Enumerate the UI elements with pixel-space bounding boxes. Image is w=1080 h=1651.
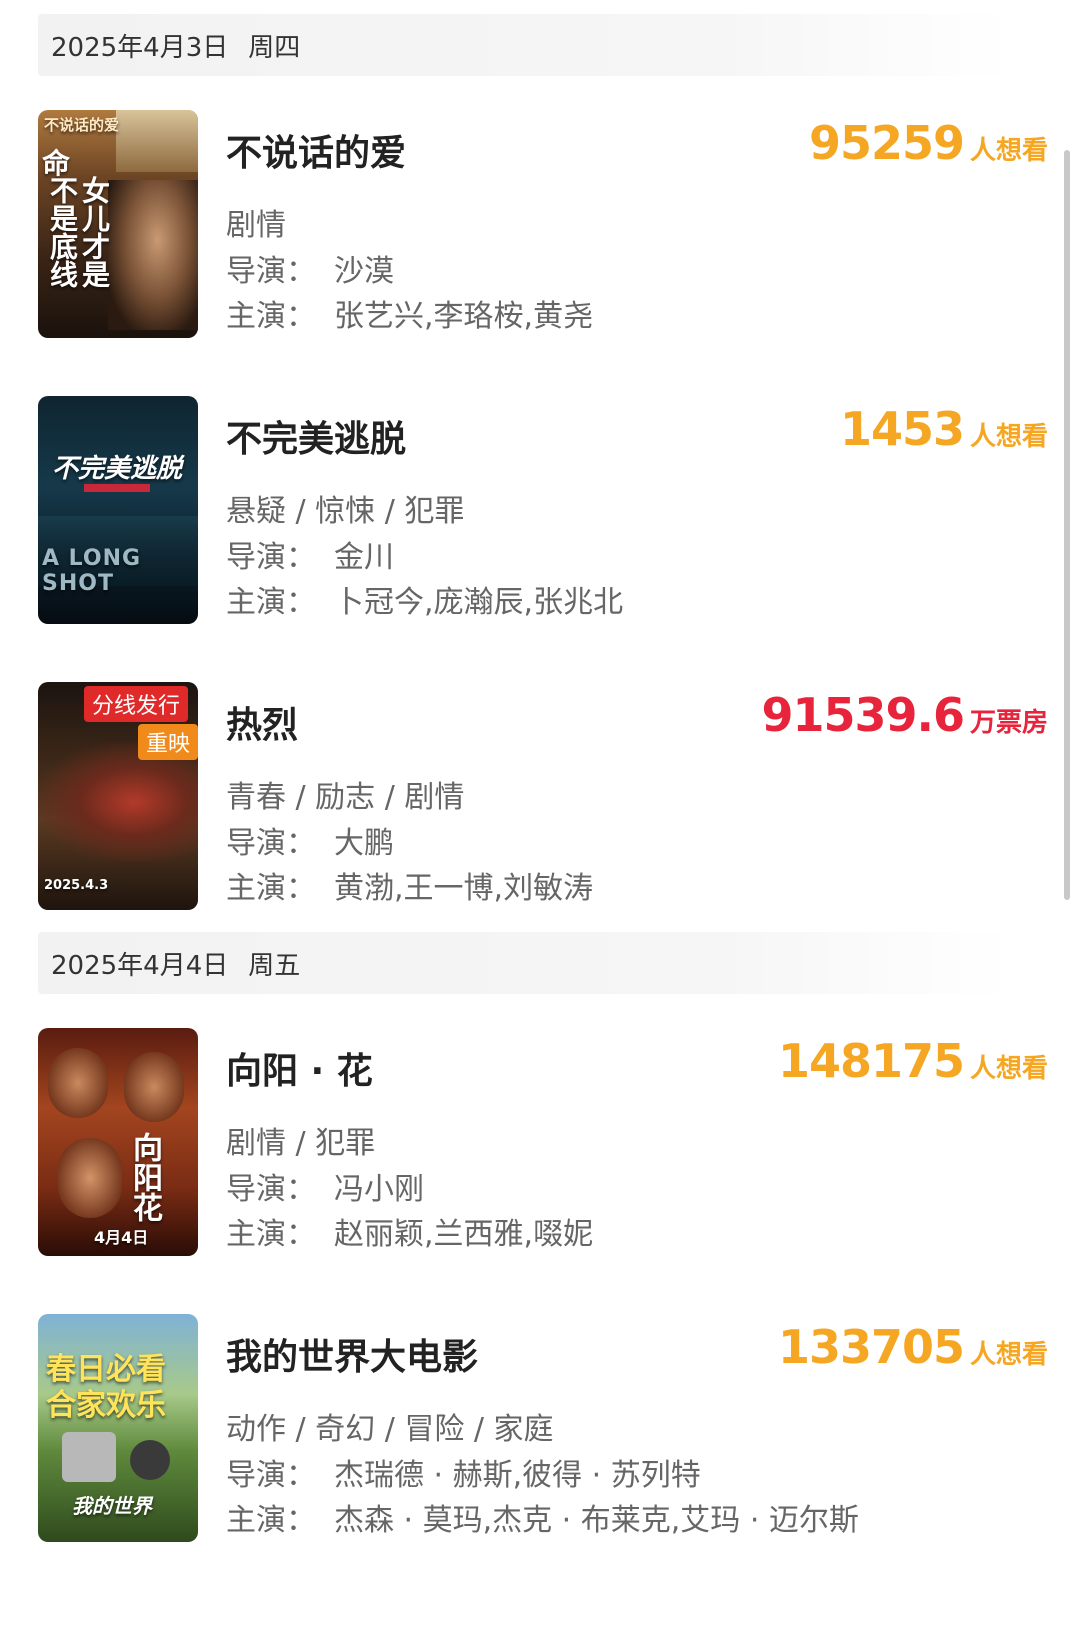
movie-poster[interactable]: 向阳花 4月4日 <box>38 1028 198 1256</box>
movie-director: 导演： 大鹏 <box>226 818 394 862</box>
poster-title-text: 不说话的爱 <box>44 116 120 134</box>
movie-card[interactable]: 分线发行 重映 2025.4.3 热烈 91539.6 万票房 青春 / 励志 … <box>38 682 1048 910</box>
stat-value: 95259 <box>808 116 965 170</box>
weekday-label: 周五 <box>248 950 301 981</box>
date-label: 2025年4月3日 <box>51 32 229 63</box>
cast-names: 张艺兴,李珞桉,黄尧 <box>334 299 594 334</box>
stat-unit: 万票房 <box>969 708 1048 738</box>
movie-genre: 剧情 / 犯罪 <box>226 1126 376 1161</box>
movie-title[interactable]: 不完美逃脱 <box>226 410 406 462</box>
stat-value: 148175 <box>777 1034 965 1088</box>
movie-poster[interactable]: 春日必看 合家欢乐 我的世界 <box>38 1314 198 1542</box>
cast-label: 主演： <box>226 299 316 334</box>
want-to-see-count: 133705 人想看 <box>778 1320 1048 1374</box>
weekday-label: 周四 <box>248 32 301 63</box>
poster-title-text: 我的世界 <box>72 1494 152 1518</box>
movie-title[interactable]: 向阳 · 花 <box>226 1042 373 1094</box>
cast-label: 主演： <box>226 585 316 620</box>
want-to-see-count: 148175 人想看 <box>778 1034 1048 1088</box>
movie-title[interactable]: 不说话的爱 <box>226 124 406 176</box>
director-name: 金川 <box>334 540 394 575</box>
stat-value: 133705 <box>777 1320 965 1374</box>
movie-cast: 主演： 黄渤,王一博,刘敏涛 <box>226 863 593 907</box>
cast-names: 杰森 · 莫玛,杰克 · 布莱克,艾玛 · 迈尔斯 <box>334 1503 859 1538</box>
movie-poster[interactable]: 不说话的爱 命 不是底线 女儿才是 <box>38 110 198 338</box>
cast-names: 卜冠今,庞瀚辰,张兆北 <box>334 585 624 620</box>
movie-director: 导演： 金川 <box>226 532 394 576</box>
movie-poster[interactable]: 不完美逃脱 A LONG SHOT <box>38 396 198 624</box>
movie-cast: 主演： 卜冠今,庞瀚辰,张兆北 <box>226 577 623 621</box>
movie-cast: 主演： 赵丽颖,兰西雅,啜妮 <box>226 1209 593 1253</box>
poster-tagline: 女儿才是 <box>78 176 111 288</box>
movie-title[interactable]: 热烈 <box>226 696 298 748</box>
director-name: 冯小刚 <box>334 1172 424 1207</box>
director-label: 导演： <box>226 826 316 861</box>
want-to-see-count: 95259 人想看 <box>809 116 1048 170</box>
movie-genre: 青春 / 励志 / 剧情 <box>226 780 465 815</box>
poster-date-text: 2025.4.3 <box>44 878 109 893</box>
stat-value: 91539.6 <box>761 688 965 742</box>
director-name: 沙漠 <box>334 254 394 289</box>
director-name: 大鹏 <box>334 826 394 861</box>
want-to-see-count: 1453 人想看 <box>840 402 1048 456</box>
movie-poster[interactable]: 分线发行 重映 2025.4.3 <box>38 682 198 910</box>
poster-title-text: 向阳花 <box>127 1132 162 1222</box>
stat-unit: 人想看 <box>969 1340 1048 1370</box>
director-label: 导演： <box>226 1458 316 1493</box>
movie-cast: 主演： 杰森 · 莫玛,杰克 · 布莱克,艾玛 · 迈尔斯 <box>226 1495 859 1539</box>
director-name: 杰瑞德 · 赫斯,彼得 · 苏列特 <box>334 1458 701 1493</box>
cast-label: 主演： <box>226 871 316 906</box>
movie-director: 导演： 沙漠 <box>226 246 394 290</box>
movie-director: 导演： 杰瑞德 · 赫斯,彼得 · 苏列特 <box>226 1450 701 1494</box>
date-header: 2025年4月4日 周五 <box>38 932 1010 994</box>
director-label: 导演： <box>226 540 316 575</box>
poster-english-title: A LONG SHOT <box>42 546 142 596</box>
stat-unit: 人想看 <box>969 136 1048 166</box>
scrollbar[interactable] <box>1064 150 1070 900</box>
movie-director: 导演： 冯小刚 <box>226 1164 424 1208</box>
movie-genre: 动作 / 奇幻 / 冒险 / 家庭 <box>226 1412 554 1447</box>
distribution-badge: 分线发行 <box>84 686 189 722</box>
movie-card[interactable]: 不完美逃脱 A LONG SHOT 不完美逃脱 1453 人想看 悬疑 / 惊悚… <box>38 396 1048 624</box>
cast-names: 黄渤,王一博,刘敏涛 <box>334 871 594 906</box>
movie-card[interactable]: 春日必看 合家欢乐 我的世界 我的世界大电影 133705 人想看 动作 / 奇… <box>38 1314 1048 1542</box>
stat-unit: 人想看 <box>969 1054 1048 1084</box>
director-label: 导演： <box>226 254 316 289</box>
movie-genre: 剧情 <box>226 208 286 243</box>
director-label: 导演： <box>226 1172 316 1207</box>
poster-date-text: 4月4日 <box>94 1228 149 1247</box>
movie-genre: 悬疑 / 惊悚 / 犯罪 <box>226 494 465 529</box>
cast-label: 主演： <box>226 1217 316 1252</box>
movie-title[interactable]: 我的世界大电影 <box>226 1328 478 1380</box>
movie-card[interactable]: 不说话的爱 命 不是底线 女儿才是 不说话的爱 95259 人想看 剧情 导演：… <box>38 110 1048 338</box>
stat-value: 1453 <box>839 402 965 456</box>
date-label: 2025年4月4日 <box>51 950 229 981</box>
movie-cast: 主演： 张艺兴,李珞桉,黄尧 <box>226 291 593 335</box>
cast-names: 赵丽颖,兰西雅,啜妮 <box>334 1217 594 1252</box>
cast-label: 主演： <box>226 1503 316 1538</box>
movie-card[interactable]: 向阳花 4月4日 向阳 · 花 148175 人想看 剧情 / 犯罪 导演： 冯小… <box>38 1028 1048 1256</box>
poster-title-text: 不完美逃脱 <box>52 454 183 484</box>
box-office-total: 91539.6 万票房 <box>761 688 1048 742</box>
stat-unit: 人想看 <box>969 422 1048 452</box>
date-header: 2025年4月3日 周四 <box>38 14 1010 76</box>
poster-tagline: 合家欢乐 <box>46 1388 166 1423</box>
rerelease-badge: 重映 <box>138 724 198 760</box>
